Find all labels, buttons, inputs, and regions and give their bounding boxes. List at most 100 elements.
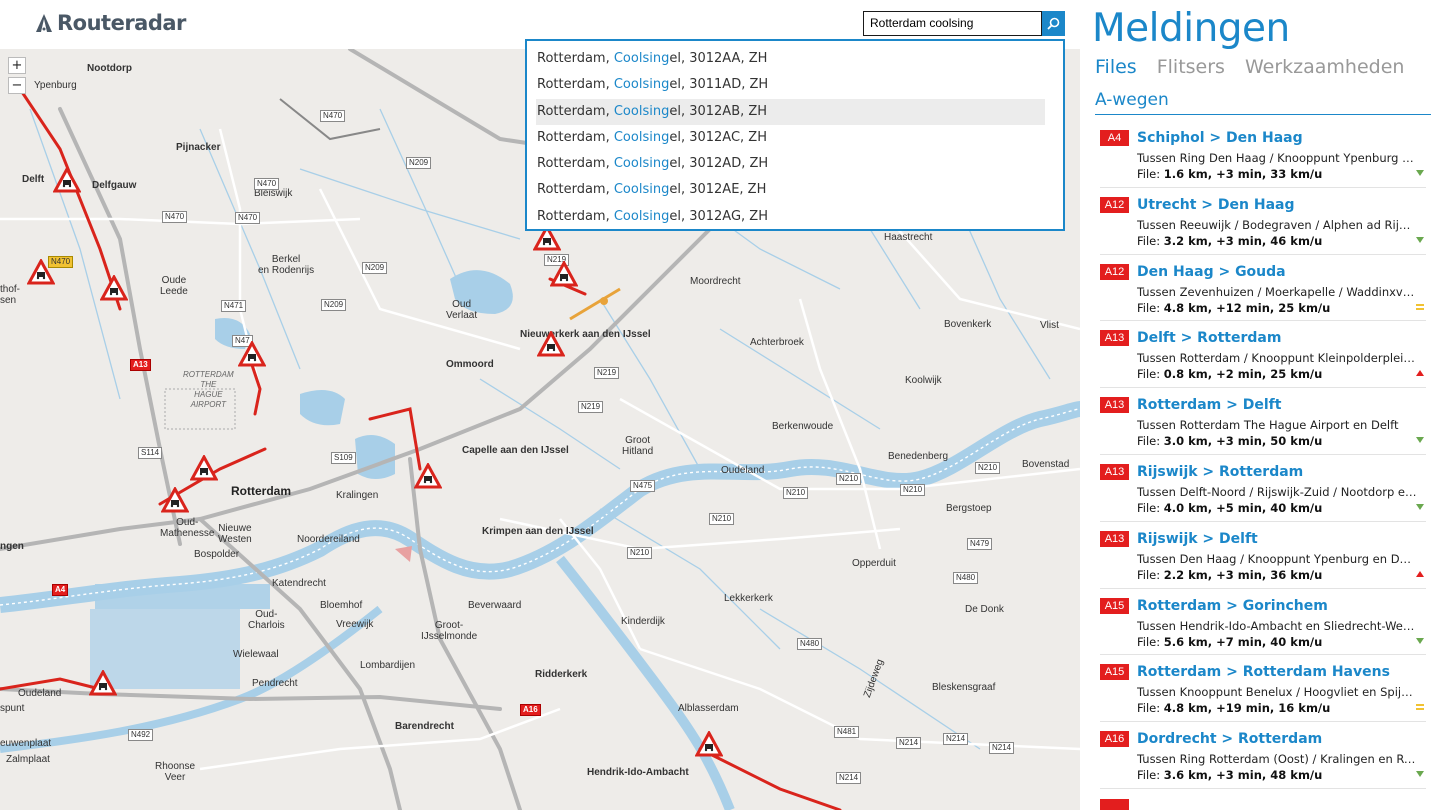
map-label: spunt [0, 703, 25, 714]
road-shield: N210 [975, 462, 1001, 474]
suggestion-item[interactable]: Rotterdam, Coolsingel, 3012AB, ZH [536, 98, 1045, 125]
delay-value: 2.2 km, +3 min, 36 km/u [1163, 567, 1323, 582]
incident-item[interactable]: A13 Rotterdam > Delft Tussen Rotterdam The… [1100, 388, 1426, 455]
trend-glyph [1416, 570, 1424, 577]
incident-item[interactable]: A4 Schiphol > Den Haag Tussen Ring Den Haa… [1100, 121, 1426, 188]
tab-files[interactable]: Files [1095, 56, 1137, 78]
map-label: Bospolder [194, 549, 240, 560]
road-shield: N210 [836, 473, 862, 485]
map-label: Rotterdam [231, 484, 292, 498]
incident-delay: File: 4.8 km, +12 min, 25 km/u [1137, 301, 1330, 315]
incident-item[interactable]: A15 Rotterdam > Rotterdam Havens Tussen Kn… [1100, 655, 1426, 723]
incident-route[interactable]: Dordrecht > Rotterdam [1137, 731, 1322, 747]
incident-description: Tussen Delft-Noord / Rijswijk-Zuid / Noo… [1137, 484, 1417, 499]
tab-flitsers[interactable]: Flitsers [1157, 56, 1225, 78]
map-label: thof- sen [0, 284, 21, 306]
incident-route[interactable]: Rotterdam > Gorinchem [1137, 598, 1328, 614]
road-shield: N209 [321, 299, 347, 311]
delay-label: File: [1137, 567, 1164, 582]
trend-glyph [1416, 370, 1424, 377]
map-label: Benedenberg [888, 451, 949, 462]
traffic-jam-warning-icon[interactable] [537, 331, 565, 357]
map-label: Krimpen aan den IJssel [482, 526, 594, 537]
incident-item[interactable]: A12 Den Haag > Gouda Tussen Zevenhuizen / … [1100, 255, 1426, 322]
trend-down-icon [1416, 502, 1426, 512]
road-shield: N481 [834, 726, 860, 738]
incident-road-badge: A13 [1100, 330, 1129, 347]
incident-route[interactable]: Rotterdam > Rotterdam Havens [1137, 664, 1390, 680]
suggestion-item[interactable]: Rotterdam, Coolsingel, 3012AD, ZH [536, 151, 1045, 177]
map-label: Zalmplaat [6, 754, 50, 765]
road-shield: N470 [254, 178, 280, 190]
incident-description: Tussen Rotterdam The Hague Airport en De… [1137, 418, 1399, 433]
trend-down-icon [1416, 636, 1426, 646]
incident-item[interactable]: A12 Utrecht > Den Haag Tussen Reeuwijk / B… [1100, 188, 1426, 255]
incident-route[interactable]: Rijswijk > Rotterdam [1137, 464, 1303, 480]
logo[interactable]: Routeradar [34, 11, 186, 35]
delay-label: File: [1137, 233, 1164, 248]
delay-label: File: [1137, 367, 1164, 382]
map-label: Bergstoep [946, 503, 992, 514]
road-shield: N479 [967, 538, 993, 550]
incident-delay: File: 5.6 km, +7 min, 40 km/u [1137, 635, 1322, 649]
suggestion-prefix: Rotterdam, [537, 77, 614, 93]
traffic-jam-warning-icon[interactable] [53, 167, 81, 193]
road-shield: N210 [709, 513, 735, 525]
suggestion-prefix: Rotterdam, [537, 156, 614, 172]
road-shield: N214 [896, 737, 922, 749]
map-label: Barendrecht [395, 721, 454, 732]
incident-item[interactable]: A16 Dordrecht > Rotterdam Tussen Ring Rott… [1100, 722, 1426, 789]
incident-description: Tussen Ring Den Haag / Knooppunt Ypenbur… [1137, 151, 1417, 165]
incident-delay: File: 4.8 km, +19 min, 16 km/u [1137, 701, 1330, 715]
delay-value: 3.6 km, +3 min, 48 km/u [1163, 768, 1323, 783]
incident-route[interactable]: Delft > Rotterdam [1137, 330, 1281, 346]
incident-item[interactable]: A13 Rijswijk > Rotterdam Tussen Delft-Noor… [1100, 455, 1426, 522]
traffic-jam-warning-icon[interactable] [695, 731, 723, 757]
suggestion-item[interactable]: Rotterdam, Coolsingel, 3012AC, ZH [536, 125, 1045, 151]
incident-route[interactable]: Utrecht > Den Haag [1137, 197, 1295, 213]
road-shield: N480 [953, 572, 979, 584]
incident-item[interactable]: A13 Rijswijk > Delft Tussen Den Haag / Kno… [1100, 522, 1426, 589]
notifications-panel: Meldingen Files Flitsers Werkzaamheden A-w… [1080, 0, 1440, 810]
incident-item[interactable]: A15 Rotterdam > Gorinchem Tussen Hendrik-I… [1100, 589, 1426, 656]
suggestion-suffix: el, 3012AB, ZH [669, 103, 768, 119]
traffic-jam-warning-icon[interactable] [550, 261, 578, 287]
road-shield: N210 [783, 487, 809, 499]
map-label: Opperduit [852, 558, 896, 569]
traffic-jam-warning-icon[interactable] [414, 463, 442, 489]
traffic-jam-warning-icon[interactable] [100, 275, 128, 301]
traffic-jam-warning-icon[interactable] [238, 341, 266, 367]
zoom-out-button[interactable]: − [8, 77, 26, 94]
incident-route[interactable]: Schiphol > Den Haag [1137, 130, 1303, 146]
incident-route[interactable]: Rotterdam > Delft [1137, 397, 1281, 413]
search-button[interactable] [1042, 11, 1065, 36]
incident-description: Tussen Rotterdam / Knooppunt Kleinpolder… [1137, 351, 1417, 366]
tab-werkzaamheden[interactable]: Werkzaamheden [1245, 56, 1404, 78]
suggestion-prefix: Rotterdam, [537, 129, 614, 145]
map-label: Berkel en Rodenrijs [258, 254, 315, 276]
incident-route[interactable]: Rijswijk > Delft [1137, 531, 1258, 547]
suggestion-item[interactable]: Rotterdam, Coolsingel, 3012AG, ZH [536, 204, 1045, 230]
traffic-jam-warning-icon[interactable] [190, 455, 218, 481]
incident-delay: File: 3.2 km, +3 min, 46 km/u [1137, 234, 1322, 248]
map-label: Oud- Charlois [248, 609, 285, 631]
trend-glyph [1416, 303, 1424, 310]
traffic-jam-warning-icon[interactable] [27, 259, 55, 285]
map-label: Kinderdijk [621, 616, 665, 627]
incident-route[interactable]: Den Haag > Gouda [1137, 264, 1286, 280]
map-label: Pijnacker [176, 142, 221, 153]
traffic-jam-warning-icon[interactable] [161, 487, 189, 513]
suggestion-suffix: el, 3012AG, ZH [669, 208, 768, 224]
incident-item[interactable]: A13 Delft > Rotterdam Tussen Rotterdam / K… [1100, 321, 1426, 389]
traffic-jam-warning-icon[interactable] [89, 670, 117, 696]
zoom-in-button[interactable]: + [8, 57, 26, 74]
incident-road-badge: A4 [1100, 130, 1129, 146]
search-input[interactable]: Rotterdam coolsing [863, 11, 1042, 36]
suggestion-item[interactable]: Rotterdam, Coolsingel, 3012AE, ZH [536, 177, 1045, 203]
incident-road-badge: A15 [1100, 664, 1129, 681]
incident-list: A4 Schiphol > Den Haag Tussen Ring Den Haa… [1100, 121, 1426, 789]
suggestion-item[interactable]: Rotterdam, Coolsingel, 3012AA, ZH [536, 46, 1045, 72]
incident-road-badge: A13 [1100, 530, 1129, 547]
suggestion-item[interactable]: Rotterdam, Coolsingel, 3011AD, ZH [536, 72, 1045, 98]
trend-glyph [1416, 771, 1424, 778]
